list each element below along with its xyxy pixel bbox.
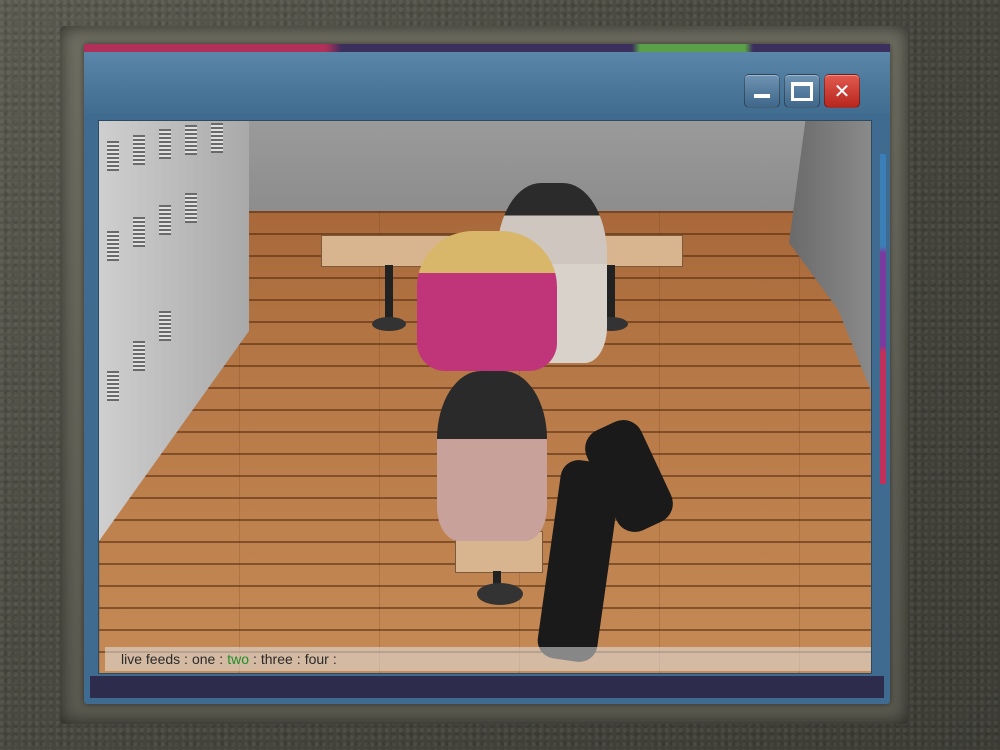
feed-separator: : xyxy=(219,651,224,667)
locker-vent xyxy=(159,205,171,235)
maximize-icon xyxy=(791,81,813,101)
feed-separator: : xyxy=(252,651,257,667)
feed-separator: : xyxy=(332,651,337,667)
seated-figure-front-torso xyxy=(417,231,557,371)
close-icon: ✕ xyxy=(833,79,851,103)
window-bottom-strip xyxy=(90,676,884,698)
minimize-button[interactable] xyxy=(744,74,780,108)
close-button[interactable]: ✕ xyxy=(824,74,860,108)
locker-vent xyxy=(107,141,119,171)
feed-link-three[interactable]: three xyxy=(261,651,293,667)
live-feeds-label: live feeds : xyxy=(121,651,188,667)
locker-vent xyxy=(185,125,197,155)
window-accent-strip xyxy=(84,44,890,52)
locker-vent xyxy=(133,217,145,247)
window-titlebar[interactable]: ✕ xyxy=(84,52,890,114)
feed-separator: : xyxy=(296,651,301,667)
locker-vent xyxy=(133,135,145,165)
feed-link-one[interactable]: one xyxy=(192,651,215,667)
locker-vent xyxy=(133,341,145,371)
maximize-button[interactable] xyxy=(784,74,820,108)
seated-figure-front-lower xyxy=(437,371,547,541)
locker-vent xyxy=(107,371,119,401)
bench-leg xyxy=(385,265,393,323)
camera-window: ✕ live feeds: one: two: three: four … xyxy=(84,44,890,704)
locker-vent xyxy=(159,311,171,341)
live-feeds-bar: live feeds : one : two : three : four : xyxy=(105,647,871,671)
window-side-accent xyxy=(880,154,886,484)
camera-feed-view: live feeds : one : two : three : four : xyxy=(98,120,872,674)
feed-link-four[interactable]: four xyxy=(305,651,329,667)
locker-vent xyxy=(107,231,119,261)
minimize-icon xyxy=(754,94,770,98)
feed-link-two[interactable]: two xyxy=(227,651,249,667)
locker-vent xyxy=(159,129,171,159)
bench-foot xyxy=(372,317,406,331)
stool-foot xyxy=(477,583,523,605)
bench-leg xyxy=(607,265,615,323)
locker-vent xyxy=(211,123,223,153)
locker-vent xyxy=(185,193,197,223)
